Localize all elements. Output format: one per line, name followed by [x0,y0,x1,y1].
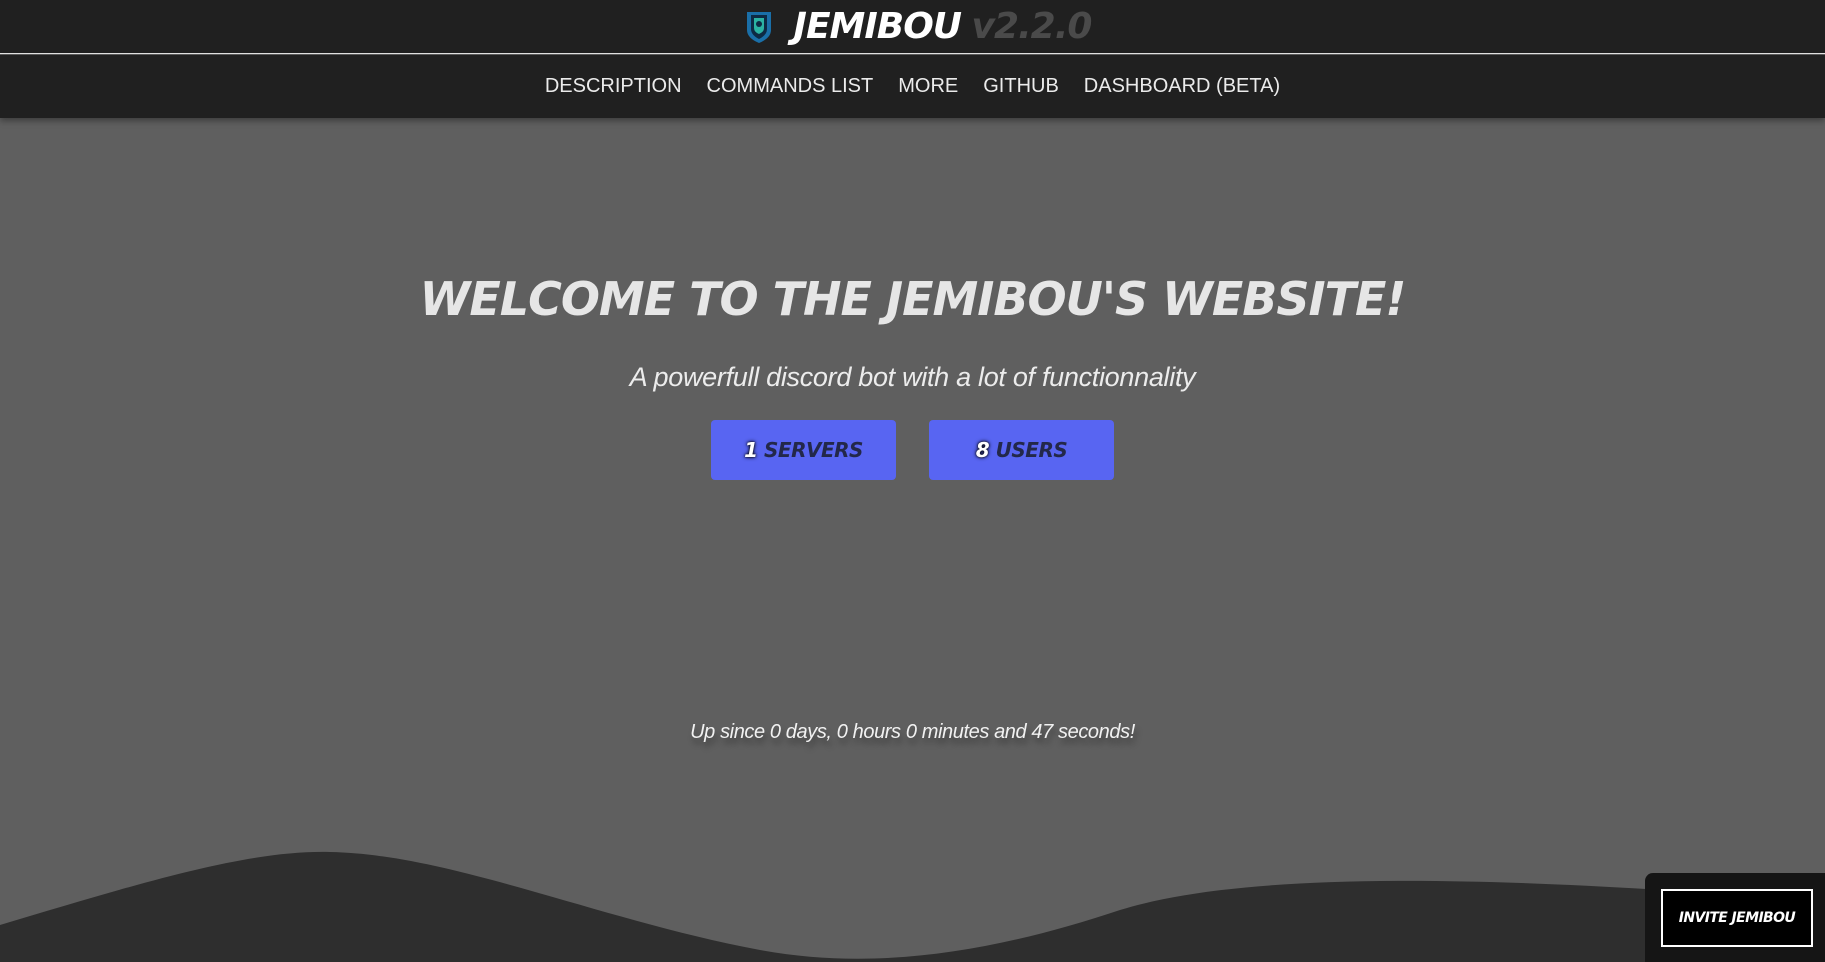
version-label: v2.2.0 [971,6,1092,47]
invite-button[interactable]: INVITE JEMIBOU [1661,888,1813,947]
nav-description[interactable]: DESCRIPTION [545,71,682,102]
nav-dashboard[interactable]: DASHBOARD (BETA) [1084,71,1280,102]
uptime-text: Up since 0 days, 0 hours 0 minutes and 4… [690,721,1135,743]
invite-panel: INVITE JEMIBOU [1645,873,1825,962]
hero-subtitle: A powerfull discord bot with a lot of fu… [629,362,1196,392]
users-label: USERS [995,438,1068,462]
users-button[interactable]: 8 USERS [929,420,1114,480]
main-nav: DESCRIPTION COMMANDS LIST MORE GITHUB DA… [0,55,1825,118]
footer-wave [0,851,1825,962]
brand[interactable]: JEMIBOU v2.2.0 [742,6,1092,47]
servers-count: 1 [744,438,758,462]
nav-github[interactable]: GITHUB [983,71,1059,102]
stats-row: 1 SERVERS 8 USERS [0,420,1825,480]
nav-commands-list[interactable]: COMMANDS LIST [707,71,874,102]
users-count: 8 [975,438,990,462]
shield-icon [742,10,776,44]
brand-name: JEMIBOU [793,6,962,47]
top-bar: JEMIBOU v2.2.0 [0,0,1825,54]
servers-button[interactable]: 1 SERVERS [711,420,896,480]
servers-label: SERVERS [764,438,863,462]
nav-more[interactable]: MORE [898,71,958,102]
hero-title: WELCOME TO THE JEMIBOU'S WEBSITE! [419,272,1407,326]
